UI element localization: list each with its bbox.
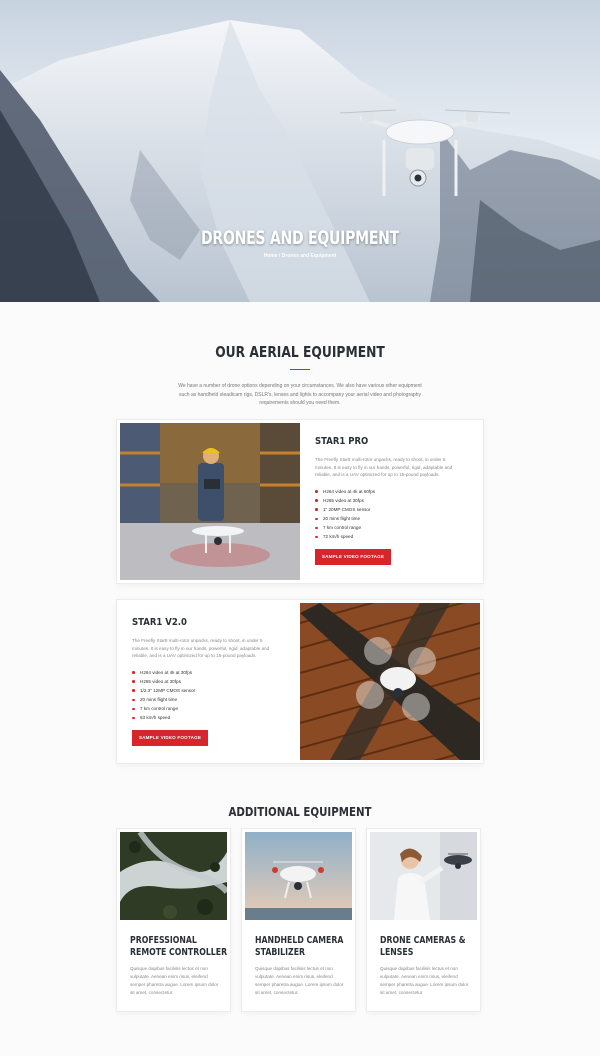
spec-item: 1/2.3" 12MP CMOS sensor <box>132 686 280 695</box>
product-details: STAR1 V2.0 The Freefly Star8 multi-rotor… <box>132 617 280 746</box>
spec-item: 63 km/h speed <box>132 713 280 722</box>
spec-item: 20 mins flight time <box>315 514 463 523</box>
ceiling-drone-image <box>300 603 480 760</box>
spec-item: 72 km/h speed <box>315 532 463 541</box>
spec-item: 7 km control range <box>315 523 463 532</box>
additional-section-title: ADDITIONAL EQUIPMENT <box>228 804 372 819</box>
product-description: The Freefly Star8 multi-rotor unpacks, r… <box>132 638 270 658</box>
equipment-card-camera-stabilizer: HANDHELD CAMERA STABILIZER Quisque dapib… <box>242 829 355 1011</box>
hero-banner: DRONES AND EQUIPMENT Home / Drones and E… <box>0 0 600 302</box>
equipment-title: PROFESSIONAL REMOTE CONTROLLER <box>130 935 228 958</box>
sample-video-button[interactable]: SAMPLE VIDEO FOOTAGE <box>315 548 391 565</box>
woman-with-drone-image <box>370 832 477 920</box>
equipment-card-cameras-lenses: DRONE CAMERAS & LENSES Quisque dapibus f… <box>367 829 480 1011</box>
product-title: STAR1 PRO <box>315 436 369 447</box>
aerial-section-title: OUR AERIAL EQUIPMENT <box>215 343 385 361</box>
spec-item: 1" 20MP CMOS sensor <box>315 505 463 514</box>
flying-drone-image <box>245 832 352 920</box>
product-details: STAR1 PRO The Freefly Star8 multi-rotor … <box>315 436 463 565</box>
equipment-description: Quisque dapibus facilisis lectus et non … <box>255 966 344 995</box>
equipment-card-remote-controller: PROFESSIONAL REMOTE CONTROLLER Quisque d… <box>117 829 230 1011</box>
spec-item: H265 video at 30fps <box>132 677 280 686</box>
spec-list: H264 video at 4k at 30fps H265 video at … <box>132 668 280 723</box>
equipment-description: Quisque dapibus facilisis lectus et non … <box>130 966 219 995</box>
forest-aerial-image <box>120 832 227 920</box>
title-divider <box>290 369 310 370</box>
warehouse-drone-image <box>120 423 300 580</box>
spec-item: H264 video at 4k at 30fps <box>132 668 280 677</box>
page-title: DRONES AND EQUIPMENT <box>201 227 399 249</box>
equipment-description: Quisque dapibus facilisis lectus et non … <box>380 966 469 995</box>
spec-list: H264 video at 4k at 60fps H265 video at … <box>315 487 463 542</box>
product-card-star1-pro: STAR1 PRO The Freefly Star8 multi-rotor … <box>117 420 483 583</box>
product-card-star1-v2: STAR1 V2.0 The Freefly Star8 multi-rotor… <box>117 600 483 763</box>
sample-video-button[interactable]: SAMPLE VIDEO FOOTAGE <box>132 729 208 746</box>
aerial-intro-text: We have a number of drone options depend… <box>178 383 422 406</box>
spec-item: 7 km control range <box>132 704 280 713</box>
spec-item: 20 mins flight time <box>132 695 280 704</box>
equipment-title: HANDHELD CAMERA STABILIZER <box>255 935 344 958</box>
product-description: The Freefly Star8 multi-rotor unpacks, r… <box>315 457 453 477</box>
spec-item: H264 video at 4k at 60fps <box>315 487 463 496</box>
product-title: STAR1 V2.0 <box>132 617 187 628</box>
breadcrumb[interactable]: Home / Drones and Equipment <box>0 253 600 259</box>
spec-item: H265 video at 30fps <box>315 496 463 505</box>
equipment-title: DRONE CAMERAS & LENSES <box>380 935 466 958</box>
